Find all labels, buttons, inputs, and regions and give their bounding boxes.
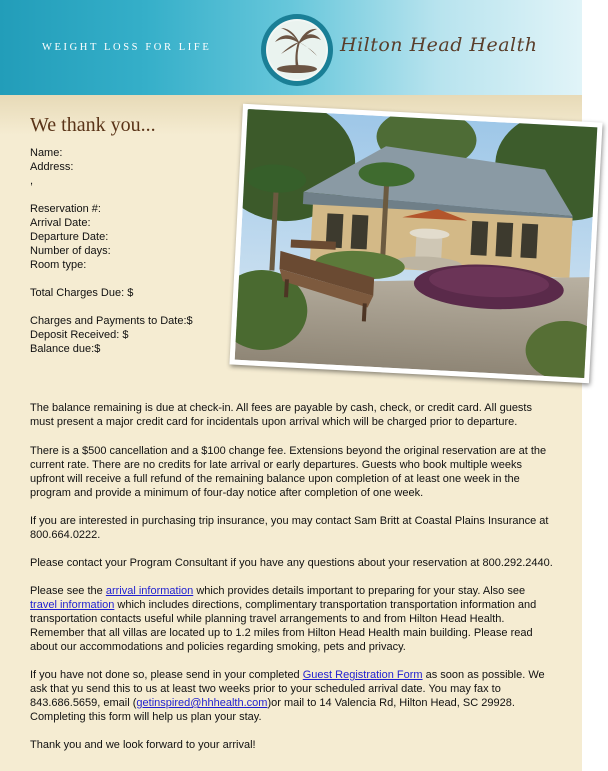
balance-policy-paragraph: The balance remaining is due at check-in… — [30, 402, 532, 428]
travel-info-paragraph: Please see the arrival information which… — [30, 584, 554, 654]
header-banner: WEIGHT LOSS FOR LIFE Hilton Head Health — [0, 0, 582, 95]
page-title: We thank you... — [30, 114, 156, 136]
text-span: If you have not done so, please send in … — [30, 669, 303, 681]
spacer — [30, 272, 193, 286]
tagline: WEIGHT LOSS FOR LIFE — [42, 42, 212, 53]
brand-name: Hilton Head Health — [340, 34, 538, 56]
reservation-details: Name: Address: , Reservation #: Arrival … — [30, 146, 193, 356]
total-charges-label: Total Charges Due: $ — [30, 287, 134, 299]
courtyard-photo-image — [234, 109, 598, 378]
cancellation-policy-paragraph: There is a $500 cancellation and a $100 … — [30, 445, 547, 499]
registration-form-paragraph: If you have not done so, please send in … — [30, 668, 554, 724]
courtyard-photo — [229, 103, 603, 384]
arrival-information-link[interactable]: arrival information — [106, 585, 193, 597]
palm-tree-icon — [261, 14, 333, 86]
room-type-label: Room type: — [30, 259, 87, 271]
travel-information-link[interactable]: travel information — [30, 599, 114, 611]
address-label: Address: — [30, 161, 74, 173]
trip-insurance-paragraph: If you are interested in purchasing trip… — [30, 515, 549, 541]
reservation-number-label: Reservation #: — [30, 203, 101, 215]
payments-to-date-label: Charges and Payments to Date:$ — [30, 315, 193, 327]
email-card: WEIGHT LOSS FOR LIFE Hilton Head Health … — [0, 0, 603, 771]
number-of-days-label: Number of days: — [30, 245, 111, 257]
address-line-2: , — [30, 175, 34, 187]
guest-registration-form-link[interactable]: Guest Registration Form — [303, 669, 423, 681]
departure-date-label: Departure Date: — [30, 231, 109, 243]
text-span: which provides details important to prep… — [193, 585, 526, 597]
spacer — [30, 300, 193, 314]
closing-paragraph: Thank you and we look forward to your ar… — [30, 739, 256, 751]
balance-due-label: Balance due:$ — [30, 343, 101, 355]
arrival-date-label: Arrival Date: — [30, 217, 91, 229]
email-link[interactable]: getinspired@hhhealth.com — [136, 697, 267, 709]
spacer — [30, 188, 193, 202]
name-label: Name: — [30, 147, 63, 159]
deposit-received-label: Deposit Received: $ — [30, 329, 129, 341]
text-span: Please see the — [30, 585, 106, 597]
program-consultant-paragraph: Please contact your Program Consultant i… — [30, 557, 553, 569]
